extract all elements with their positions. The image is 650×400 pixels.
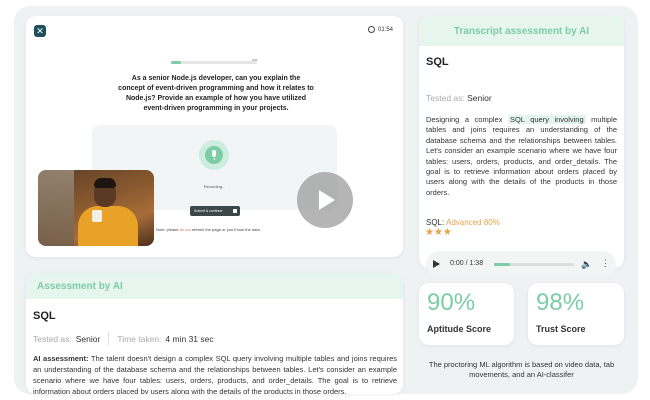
- play-icon: [319, 190, 335, 210]
- interview-question: As a senior Node.js developer, can you e…: [118, 75, 314, 112]
- webcam-preview: [38, 170, 154, 246]
- more-vertical-icon[interactable]: ⋮: [601, 258, 610, 269]
- assessment-header: Assessment by AI: [26, 273, 403, 299]
- submit-label: Submit & continue: [194, 209, 223, 213]
- app-logo-icon: ✕: [34, 25, 46, 37]
- timer-value: 01:54: [377, 26, 393, 33]
- audio-progress-fill: [494, 263, 510, 266]
- audio-progress-bar[interactable]: [494, 263, 574, 266]
- transcript-assessment-card: Transcript assessment by AI SQL Tested a…: [419, 16, 624, 277]
- aptitude-score-card: 90% Aptitude Score: [419, 283, 514, 345]
- trust-score-card: 98% Trust Score: [528, 283, 624, 345]
- audio-player: 0:00 / 1:38 🔈 ⋮: [426, 251, 616, 277]
- highlighted-phrase: SQL query involving: [507, 115, 586, 124]
- transcript-tested-as: Tested as: Senior: [426, 93, 492, 103]
- assessment-text: AI assessment: The talent doesn't design…: [33, 354, 397, 394]
- submit-continue-button[interactable]: Submit & continue: [190, 206, 240, 216]
- assessment-topic: SQL: [33, 310, 56, 322]
- play-icon[interactable]: [433, 260, 440, 268]
- clock-icon: [367, 26, 375, 33]
- transcript-text: Designing a complex SQL query involving …: [426, 115, 618, 197]
- assessment-meta: Tested as: Senior Time taken: 4 min 31 sec: [33, 332, 214, 345]
- refresh-warning-note: Note: please do not refresh the page or …: [156, 227, 261, 232]
- transcript-header: Transcript assessment by AI: [419, 16, 624, 46]
- ai-assessment-card: Assessment by AI SQL Tested as: Senior Ti…: [26, 273, 403, 394]
- skill-rating: SQL: Advanced 80%: [426, 218, 500, 227]
- rating-stars-icon: ★★★: [425, 227, 452, 238]
- microphone-button[interactable]: [199, 140, 229, 170]
- interview-video-card: ✕ 01:54 5/11 As a senior Node.js develop…: [26, 16, 403, 257]
- stop-icon: [233, 209, 237, 213]
- audio-time: 0:00 / 1:38: [450, 260, 484, 267]
- question-progress-bar: [171, 61, 257, 64]
- trust-score-label: Trust Score: [536, 324, 586, 334]
- divider: [108, 332, 110, 345]
- transcript-topic: SQL: [426, 56, 449, 68]
- question-progress-label: 5/11: [252, 58, 258, 62]
- aptitude-score-label: Aptitude Score: [427, 324, 492, 334]
- aptitude-score-value: 90%: [427, 289, 476, 316]
- volume-icon[interactable]: 🔈: [581, 259, 592, 270]
- progress-fill: [171, 61, 182, 64]
- microphone-icon: [205, 146, 223, 164]
- timer: 01:54: [367, 26, 393, 33]
- proctoring-note: The proctoring ML algorithm is based on …: [428, 360, 615, 379]
- trust-score-value: 98%: [536, 289, 585, 316]
- video-play-button[interactable]: [297, 172, 353, 228]
